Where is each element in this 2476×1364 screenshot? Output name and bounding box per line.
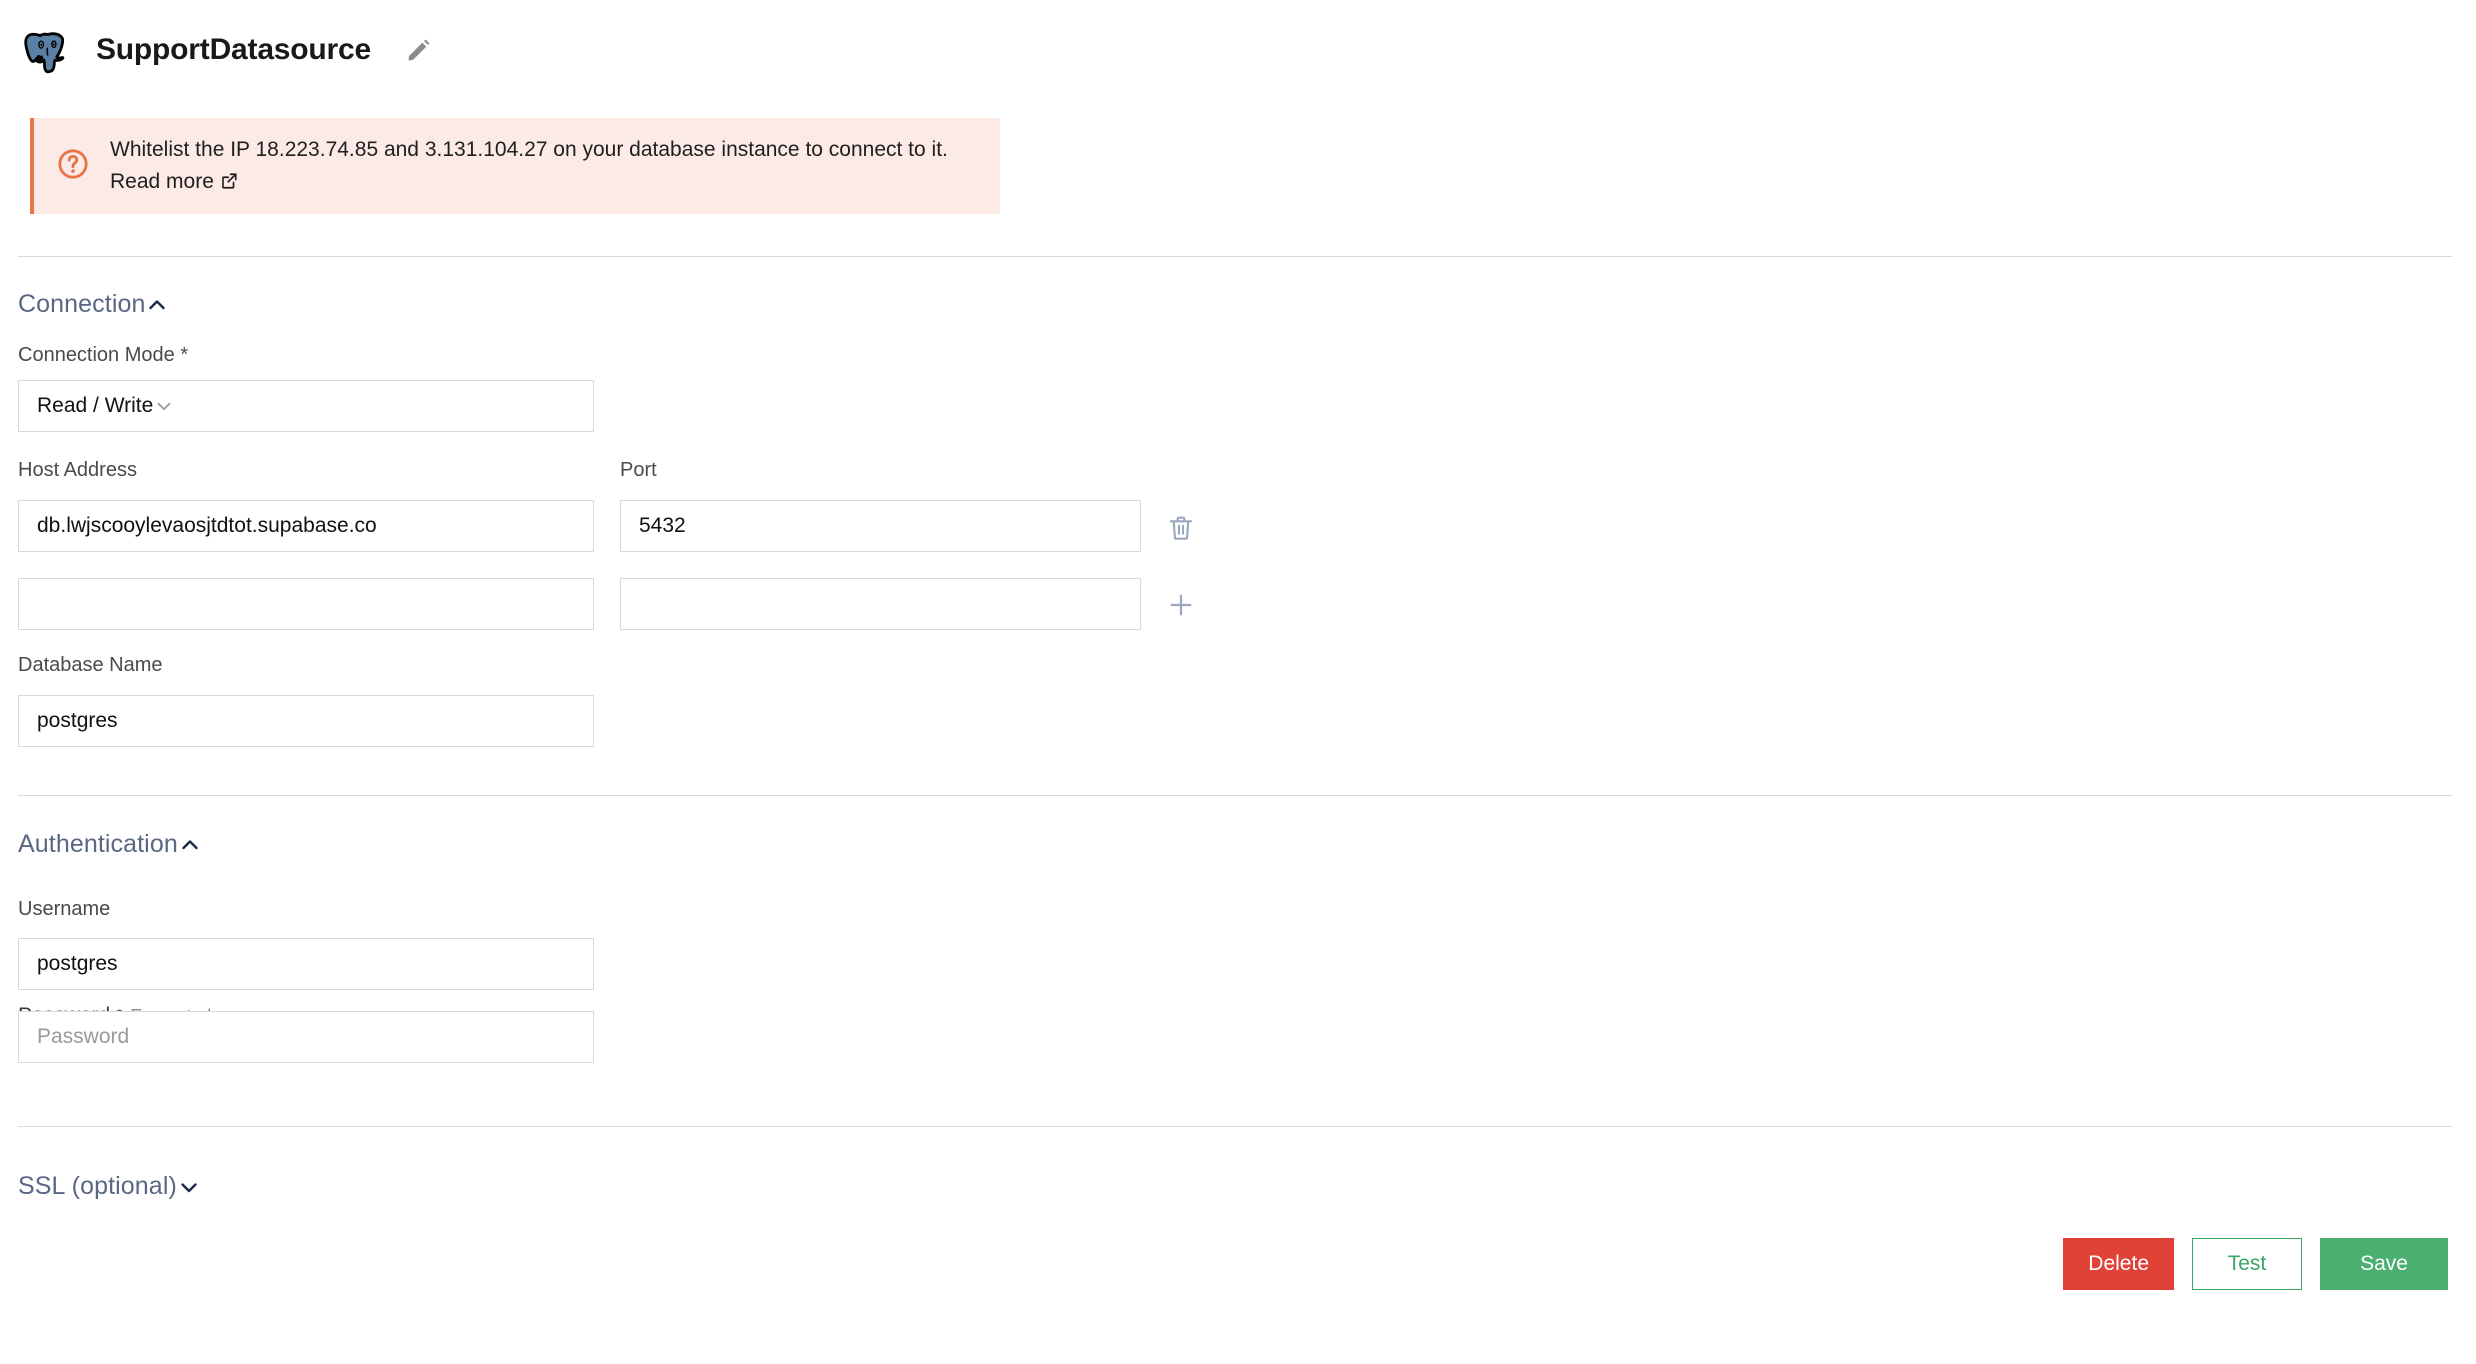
- section-divider: [18, 1126, 2452, 1127]
- chevron-down-icon[interactable]: [177, 1175, 201, 1199]
- password-input[interactable]: [18, 1011, 594, 1063]
- connection-mode-select-box[interactable]: Read / Write: [18, 380, 594, 432]
- whitelist-ip-callout: Whitelist the IP 18.223.74.85 and 3.131.…: [30, 118, 1000, 214]
- action-bar: Delete Test Save: [0, 1238, 2476, 1290]
- test-button[interactable]: Test: [2192, 1238, 2302, 1290]
- callout-body: Whitelist the IP 18.223.74.85 and 3.131.…: [110, 134, 948, 198]
- section-title-connection: Connection: [18, 290, 146, 318]
- database-name-input[interactable]: [18, 695, 594, 747]
- trash-icon[interactable]: [1166, 513, 1196, 543]
- callout-link-row: Read more: [110, 166, 948, 198]
- label-database-name: Database Name: [18, 654, 163, 676]
- host-address-input-extra[interactable]: [18, 578, 594, 630]
- username-input[interactable]: [18, 938, 594, 990]
- plus-icon[interactable]: [1166, 590, 1196, 620]
- section-divider: [18, 795, 2452, 796]
- datasource-config-page: SupportDatasource Whitelist the IP 18.22…: [0, 0, 2476, 1364]
- question-circle-icon: [56, 147, 90, 186]
- pencil-icon[interactable]: [393, 36, 433, 64]
- page-title: SupportDatasource: [96, 33, 371, 66]
- connection-mode-select[interactable]: Read / Write: [18, 380, 594, 432]
- chevron-up-icon[interactable]: [178, 833, 202, 857]
- read-more-link[interactable]: Read more: [110, 166, 214, 198]
- section-header-connection[interactable]: Connection: [18, 290, 408, 319]
- delete-button[interactable]: Delete: [2063, 1238, 2174, 1290]
- port-input[interactable]: [620, 500, 1141, 552]
- section-title-ssl: SSL (optional): [18, 1172, 177, 1200]
- label-username: Username: [18, 898, 111, 920]
- chevron-down-icon[interactable]: [153, 395, 175, 417]
- chevron-up-icon[interactable]: [145, 293, 169, 317]
- host-address-input[interactable]: [18, 500, 594, 552]
- external-link-icon[interactable]: [220, 166, 238, 198]
- save-button[interactable]: Save: [2320, 1238, 2448, 1290]
- section-header-authentication[interactable]: Authentication: [18, 830, 408, 859]
- port-input-extra[interactable]: [620, 578, 1141, 630]
- section-header-ssl[interactable]: SSL (optional): [18, 1172, 408, 1201]
- callout-message: Whitelist the IP 18.223.74.85 and 3.131.…: [110, 138, 948, 161]
- label-port: Port: [620, 459, 657, 481]
- postgresql-elephant-logo: [18, 22, 74, 78]
- section-divider: [18, 256, 2452, 257]
- label-host-address: Host Address: [18, 459, 137, 481]
- section-title-authentication: Authentication: [18, 830, 178, 858]
- label-connection-mode: Connection Mode *: [18, 344, 189, 366]
- page-header: SupportDatasource: [18, 20, 433, 80]
- connection-mode-value: Read / Write: [37, 394, 154, 417]
